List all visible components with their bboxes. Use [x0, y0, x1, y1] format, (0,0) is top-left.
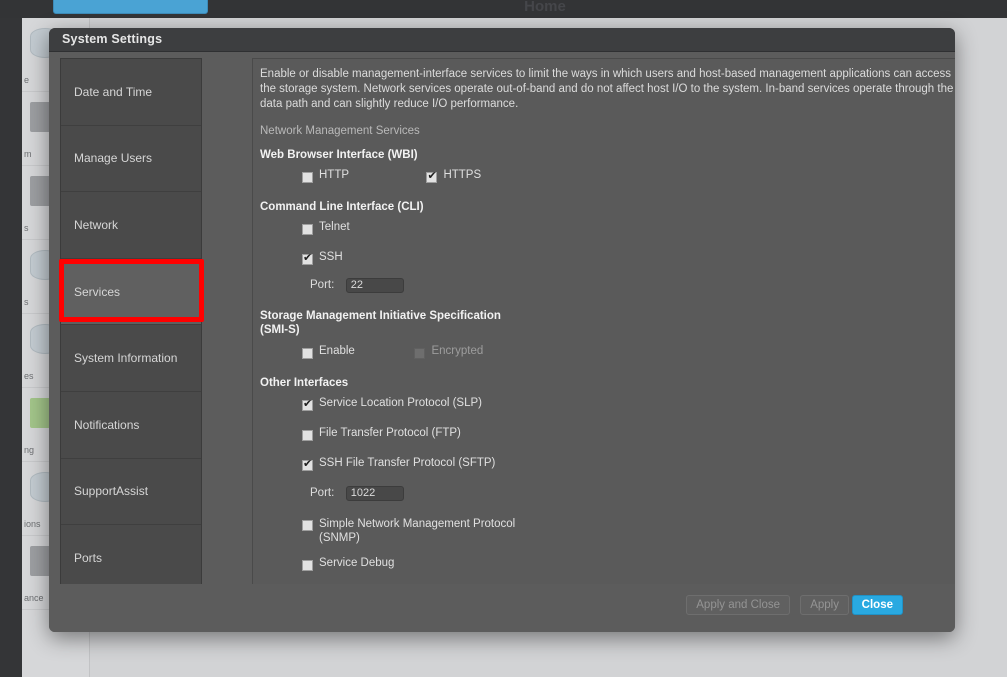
background-left-rail: [0, 18, 22, 677]
checkbox-label: SSH File Transfer Protocol (SFTP): [319, 456, 496, 469]
sftp-port-row: Port:: [310, 485, 955, 503]
checkbox-box-icon: [302, 429, 313, 441]
sidebar-item-supportassist[interactable]: SupportAssist: [61, 458, 201, 526]
ftp-row: File Transfer Protocol (FTP): [302, 427, 955, 445]
cli-heading: Command Line Interface (CLI): [260, 200, 424, 213]
smis-heading: Storage Management Initiative Specificat…: [260, 309, 501, 336]
network-management-services-label: Network Management Services: [260, 124, 420, 137]
sidebar-item-manage-users[interactable]: Manage Users: [61, 125, 201, 193]
checkbox-telnet[interactable]: Telnet: [302, 221, 350, 239]
checkbox-smis-enable[interactable]: Enable: [302, 345, 410, 363]
services-settings-panel: Enable or disable management-interface s…: [252, 58, 955, 610]
checkbox-slp[interactable]: Service Location Protocol (SLP): [302, 397, 482, 415]
sidebar-item-services[interactable]: Services: [61, 258, 201, 326]
sidebar-item-label: System Information: [74, 351, 178, 366]
sidebar-item-ports[interactable]: Ports: [61, 525, 201, 592]
dialog-title: System Settings: [62, 32, 163, 46]
sidebar-item-label: Notifications: [74, 417, 140, 432]
telnet-row: Telnet: [302, 221, 955, 239]
checkbox-box-icon: [302, 559, 313, 571]
sidebar-item-label: Services: [74, 284, 121, 299]
settings-category-list: Date and Time Manage Users Network Servi…: [60, 58, 202, 594]
close-button[interactable]: Close: [851, 595, 903, 615]
sftp-port-label: Port:: [310, 487, 335, 500]
wbi-heading: Web Browser Interface (WBI): [260, 148, 418, 161]
background-home-label: Home: [524, 0, 566, 15]
snmp-row: Simple Network Management Protocol (SNMP…: [302, 517, 955, 545]
slp-row: Service Location Protocol (SLP): [302, 397, 955, 415]
sidebar-item-label: Ports: [74, 550, 103, 565]
checkbox-http[interactable]: HTTP: [302, 169, 422, 187]
checkbox-box-icon: [302, 223, 313, 235]
checkbox-ftp[interactable]: File Transfer Protocol (FTP): [302, 427, 461, 445]
sidebar-item-label: SupportAssist: [74, 484, 149, 499]
sftp-port-input[interactable]: [345, 485, 404, 501]
checkbox-label: HTTPS: [443, 168, 482, 181]
wbi-options-row: HTTP HTTPS: [302, 169, 955, 187]
dialog-title-bar: System Settings: [49, 28, 955, 52]
checkbox-label: SSH: [319, 250, 343, 263]
other-interfaces-heading: Other Interfaces: [260, 376, 349, 389]
sftp-row: SSH File Transfer Protocol (SFTP): [302, 457, 955, 475]
checkbox-box-icon: [302, 171, 313, 183]
checkbox-label: HTTP: [319, 168, 350, 181]
checkbox-service-debug[interactable]: Service Debug: [302, 557, 394, 575]
sidebar-item-date-and-time[interactable]: Date and Time: [61, 59, 201, 126]
checkbox-label: Telnet: [319, 220, 350, 233]
checkbox-label: Service Location Protocol (SLP): [319, 396, 482, 409]
smis-options-row: Enable Encrypted: [302, 345, 955, 363]
service-debug-row: Service Debug: [302, 557, 955, 575]
checkbox-smis-encrypted: Encrypted: [414, 345, 483, 363]
checkbox-check-icon: [302, 397, 313, 411]
sidebar-item-label: Manage Users: [74, 151, 153, 166]
dialog-footer: Apply and Close Apply Close: [49, 584, 955, 632]
ssh-port-row: Port:: [310, 277, 955, 295]
checkbox-ssh[interactable]: SSH: [302, 251, 343, 269]
ssh-port-label: Port:: [310, 279, 335, 292]
apply-button[interactable]: Apply: [800, 595, 849, 615]
ssh-row: SSH: [302, 251, 955, 269]
checkbox-label: Enable: [319, 344, 355, 357]
apply-and-close-button[interactable]: Apply and Close: [686, 595, 790, 615]
checkbox-label: Simple Network Management Protocol (SNMP…: [319, 517, 516, 544]
checkbox-label: Encrypted: [431, 344, 484, 357]
checkbox-box-icon: [414, 347, 426, 359]
sidebar-item-label: Date and Time: [74, 84, 153, 99]
sidebar-item-system-information[interactable]: System Information: [61, 325, 201, 392]
sidebar-item-label: Network: [74, 217, 119, 232]
checkbox-box-icon: [302, 519, 313, 531]
ssh-port-input[interactable]: [345, 277, 404, 293]
sidebar-item-notifications[interactable]: Notifications: [61, 391, 201, 459]
checkbox-check-icon: [426, 169, 438, 183]
checkbox-label: Service Debug: [319, 556, 395, 569]
services-description: Enable or disable management-interface s…: [260, 68, 954, 111]
checkbox-https[interactable]: HTTPS: [426, 169, 481, 187]
checkbox-sftp[interactable]: SSH File Transfer Protocol (SFTP): [302, 457, 495, 475]
background-primary-button[interactable]: [53, 0, 208, 14]
system-settings-dialog: System Settings Date and Time Manage Use…: [49, 28, 955, 632]
checkbox-check-icon: [302, 251, 313, 265]
checkbox-box-icon: [302, 347, 313, 359]
checkbox-label: File Transfer Protocol (FTP): [319, 426, 461, 439]
checkbox-snmp[interactable]: Simple Network Management Protocol (SNMP…: [302, 517, 519, 545]
checkbox-check-icon: [302, 457, 313, 471]
sidebar-item-network[interactable]: Network: [61, 192, 201, 259]
